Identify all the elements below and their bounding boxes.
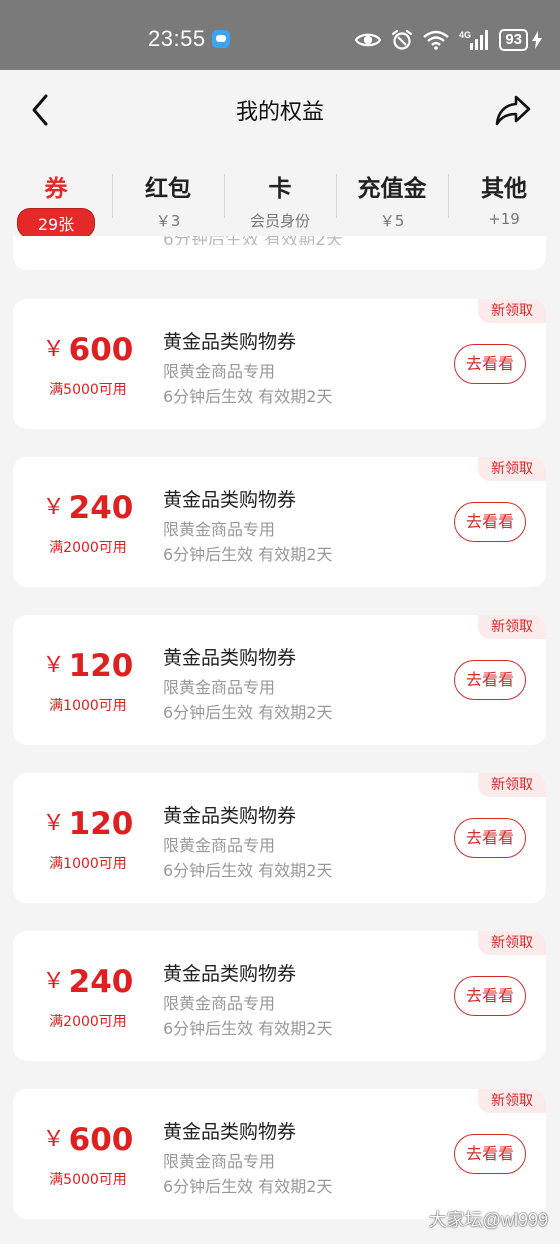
category-tabs: 券 29张 红包 ￥3 卡 会员身份 充值金 ￥5 其他 +19 [0,150,560,237]
coupon-amount: ￥ 120 [13,805,163,842]
coupon-title: 黄金品类购物券 [163,489,297,511]
new-badge: 新领取 [478,457,546,481]
watermark: 大家坛@wl999 [428,1210,548,1230]
tab-label: 其他 [481,176,527,202]
coupon-condition: 满5000可用 [49,382,127,398]
page-title: 我的权益 [235,100,324,125]
tab-other[interactable]: 其他 +19 [448,150,560,236]
new-badge: 新领取 [478,931,546,955]
battery-level: 93 [499,29,528,51]
currency-symbol: ￥ [42,653,65,678]
tab-red-packets[interactable]: 红包 ￥3 [112,150,224,236]
coupon-condition: 满1000可用 [49,856,127,872]
view-button[interactable]: 去看看 [454,344,526,384]
coupon-amount: ￥ 240 [13,963,163,1000]
battery-indicator: 93 [499,29,542,51]
amount-value: 120 [68,806,134,842]
coupon-title: 黄金品类购物券 [163,331,297,353]
header: 我的权益 [0,70,560,150]
tab-label: 充值金 [357,176,427,202]
tab-sub: 会员身份 [249,212,310,230]
coupon-condition: 满2000可用 [49,540,127,556]
coupon-title: 黄金品类购物券 [163,805,297,827]
currency-symbol: ￥ [42,969,65,994]
tab-stored-value[interactable]: 充值金 ￥5 [336,150,448,236]
message-icon [212,30,230,48]
amount-value: 600 [68,332,134,368]
coupon-validity: 6分钟后生效 有效期2天 [163,387,333,406]
coupon-desc: 限黄金商品专用 [163,1152,276,1171]
coupon-condition: 满5000可用 [49,1172,127,1188]
wifi-icon [423,30,450,50]
new-badge: 新领取 [478,615,546,639]
coupon-card[interactable]: ￥ 120 满1000可用 黄金品类购物券 限黄金商品专用 6分钟后生效 有效期2… [13,773,546,903]
amount-value: 240 [68,490,134,526]
amount-value: 600 [68,1122,134,1158]
coupon-validity: 6分钟后生效 有效期2天 [163,861,333,880]
new-badge: 新领取 [478,299,546,323]
new-badge: 新领取 [478,773,546,797]
share-button[interactable] [494,92,532,128]
coupon-amount: ￥ 240 [13,489,163,526]
coupon-validity: 6分钟后生效 有效期2天 [163,545,333,564]
tab-cards[interactable]: 卡 会员身份 [224,150,336,236]
currency-symbol: ￥ [42,495,65,520]
coupon-card[interactable]: ￥ 240 满2000可用 黄金品类购物券 限黄金商品专用 6分钟后生效 有效期2… [13,931,546,1061]
coupon-desc: 限黄金商品专用 [163,520,276,539]
tab-coupons[interactable]: 券 29张 [0,150,112,237]
currency-symbol: ￥ [42,811,65,836]
coupon-title: 黄金品类购物券 [163,1121,297,1143]
coupon-card[interactable]: ￥ 600 满5000可用 黄金品类购物券 限黄金商品专用 6分钟后生效 有效期2… [13,299,546,429]
view-button[interactable]: 去看看 [454,976,526,1016]
tab-label: 卡 [268,176,292,202]
coupon-list[interactable]: 6分钟后生效 有效期2天 ￥600 满5000可用 黄金品类购物券 限黄金商品专… [0,236,560,1244]
amount-value: 120 [68,648,134,684]
coupon-card[interactable]: ￥ 120 满1000可用 黄金品类购物券 限黄金商品专用 6分钟后生效 有效期2… [13,615,546,745]
view-button[interactable]: 去看看 [454,660,526,700]
status-time: 23:55 [148,26,206,51]
alarm-icon [392,29,413,50]
coupon-validity: 6分钟后生效 有效期2天 [163,1019,333,1038]
view-button[interactable]: 去看看 [454,1134,526,1174]
eye-icon [355,33,382,47]
coupon-card[interactable]: ￥ 600 满5000可用 黄金品类购物券 限黄金商品专用 6分钟后生效 有效期2… [13,1089,546,1219]
tab-sub: +19 [488,210,520,228]
coupon-title: 黄金品类购物券 [163,963,297,985]
coupon-validity: 6分钟后生效 有效期2天 [163,703,333,722]
coupon-amount: ￥ 120 [13,647,163,684]
currency-symbol: ￥ [42,1127,65,1152]
status-icons: 4G 93 [355,27,542,53]
amount-value: 240 [68,964,134,1000]
coupon-validity: 6分钟后生效 有效期2天 [163,236,343,245]
tab-label: 券 [44,176,68,202]
charging-icon [532,31,542,49]
coupon-validity: 6分钟后生效 有效期2天 [163,1177,333,1196]
coupon-amount: ￥ 600 [13,331,163,368]
coupon-card[interactable]: ￥ 240 满2000可用 黄金品类购物券 限黄金商品专用 6分钟后生效 有效期2… [13,457,546,587]
coupon-title: 黄金品类购物券 [163,647,297,669]
signal-icon: 4G [459,30,489,50]
view-button[interactable]: 去看看 [454,818,526,858]
share-icon [495,95,531,126]
coupon-condition: 满1000可用 [49,698,127,714]
coupon-desc: 限黄金商品专用 [163,678,276,697]
network-label: 4G [459,30,471,40]
tab-label: 红包 [145,176,191,202]
tab-sub: ￥5 [379,212,405,230]
coupon-condition: 满2000可用 [49,1014,127,1030]
tab-count-badge: 29张 [17,209,95,237]
new-badge: 新领取 [478,1089,546,1113]
view-button[interactable]: 去看看 [454,502,526,542]
tab-sub: ￥3 [155,212,181,230]
coupon-card-partial[interactable]: 6分钟后生效 有效期2天 [13,236,546,270]
coupon-desc: 限黄金商品专用 [163,994,276,1013]
coupon-amount: ￥ 600 [13,1121,163,1158]
coupon-desc: 限黄金商品专用 [163,836,276,855]
coupon-desc: 限黄金商品专用 [163,362,276,381]
status-bar: 23:55 4G 93 [0,0,560,70]
currency-symbol: ￥ [42,337,65,362]
